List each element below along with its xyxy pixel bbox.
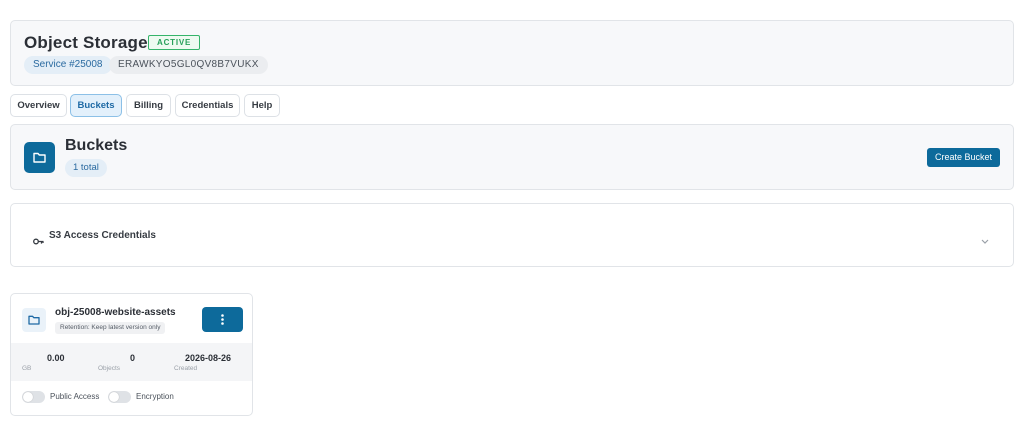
stat-created-label: Created <box>174 365 198 372</box>
bucket-count-badge: 1 total <box>65 159 107 177</box>
service-header: Object Storage ACTIVE Service #25008 ERA… <box>10 20 1014 86</box>
stat-size-value: 0.00 <box>47 353 65 363</box>
s3-credentials-accordion[interactable]: S3 Access Credentials <box>10 203 1014 267</box>
public-access-label: Public Access <box>50 392 100 401</box>
page-title: Object Storage <box>24 33 148 52</box>
credentials-label: S3 Access Credentials <box>49 230 156 241</box>
buckets-header-panel: Buckets 1 total Create Bucket <box>10 124 1014 190</box>
bucket-name[interactable]: obj-25008-website-assets <box>55 307 176 318</box>
tab-billing[interactable]: Billing <box>126 94 171 117</box>
bucket-stats: 0.00 GB 0 Objects 2026-08-26 Created <box>11 343 252 381</box>
stat-objects-value: 0 <box>130 353 136 363</box>
stat-size-label: GB <box>22 365 32 372</box>
access-key-pill: ERAWKYO5GL0QV8B7VUKX <box>109 56 268 74</box>
retention-badge: Retention: Keep latest version only <box>55 322 166 334</box>
buckets-title: Buckets <box>65 137 128 154</box>
chevron-down-icon[interactable] <box>981 231 989 249</box>
tab-credentials[interactable]: Credentials <box>175 94 240 117</box>
tab-help[interactable]: Help <box>244 94 280 117</box>
tab-buckets[interactable]: Buckets <box>70 94 122 117</box>
key-icon <box>33 232 44 250</box>
encryption-toggle[interactable] <box>108 391 131 403</box>
bucket-folder-icon <box>22 308 46 332</box>
public-access-toggle[interactable] <box>22 391 45 403</box>
service-id-pill: Service #25008 <box>24 56 112 74</box>
create-bucket-button[interactable]: Create Bucket <box>926 148 1000 167</box>
bucket-card: obj-25008-website-assets Retention: Keep… <box>10 293 253 416</box>
encryption-label: Encryption <box>136 392 174 401</box>
stat-objects-label: Objects <box>98 365 121 372</box>
tab-overview[interactable]: Overview <box>10 94 67 117</box>
stat-created-value: 2026-08-26 <box>185 353 232 363</box>
status-badge: ACTIVE <box>148 35 201 50</box>
folder-icon <box>24 142 55 173</box>
more-vertical-icon <box>221 314 224 325</box>
more-options-button[interactable] <box>202 307 243 332</box>
